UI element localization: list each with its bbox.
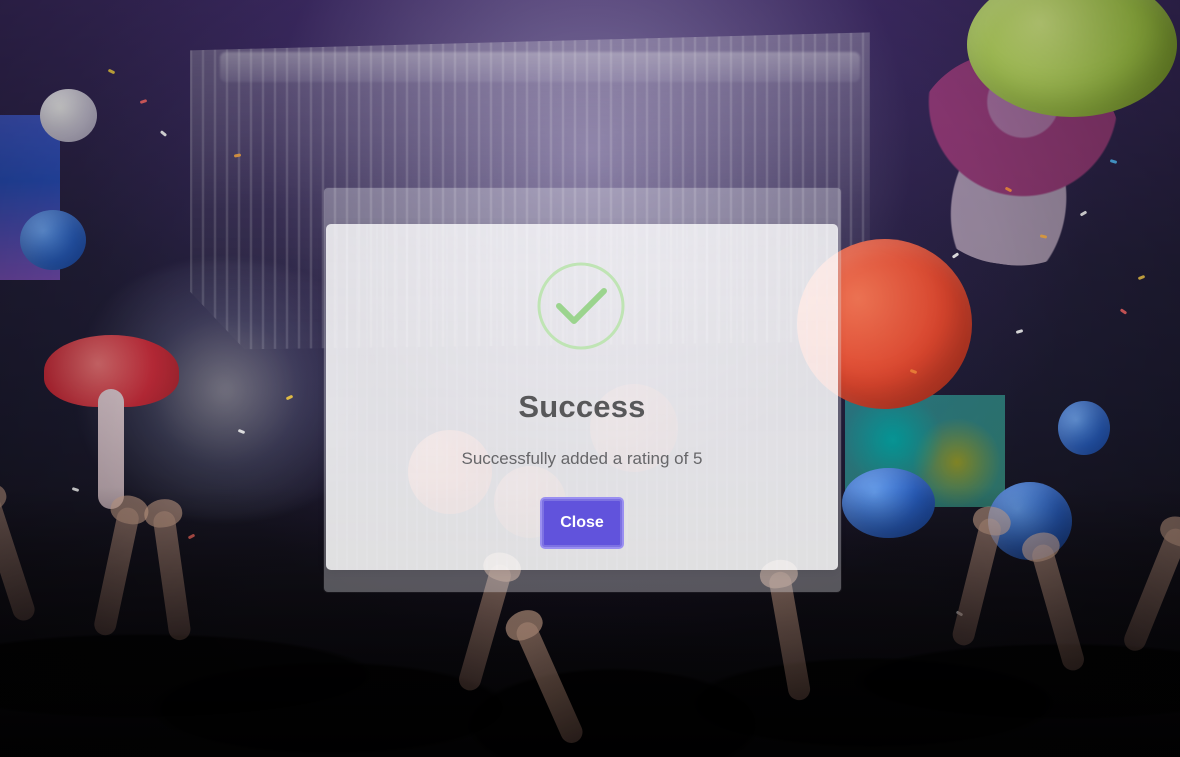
blue-balloon [20,210,86,270]
red-mushroom-prop [44,335,179,509]
confetti [159,130,168,137]
modal-title: Success [518,389,646,424]
blue-balloon [1058,401,1110,455]
confetti [1137,274,1146,281]
success-modal-content: Success Successfully added a rating of 5… [326,224,838,570]
stage-light-bar [220,52,860,82]
close-button[interactable]: Close [540,497,624,549]
concert-background-scene: Success Successfully added a rating of 5… [0,0,1180,757]
success-modal: Success Successfully added a rating of 5… [326,224,838,570]
confetti [107,68,116,75]
confetti [951,252,960,259]
confetti [1015,329,1024,334]
confetti [1119,308,1128,315]
white-balloon [40,89,97,142]
check-icon [537,262,625,350]
confetti [139,98,148,105]
modal-message: Successfully added a rating of 5 [461,449,703,468]
